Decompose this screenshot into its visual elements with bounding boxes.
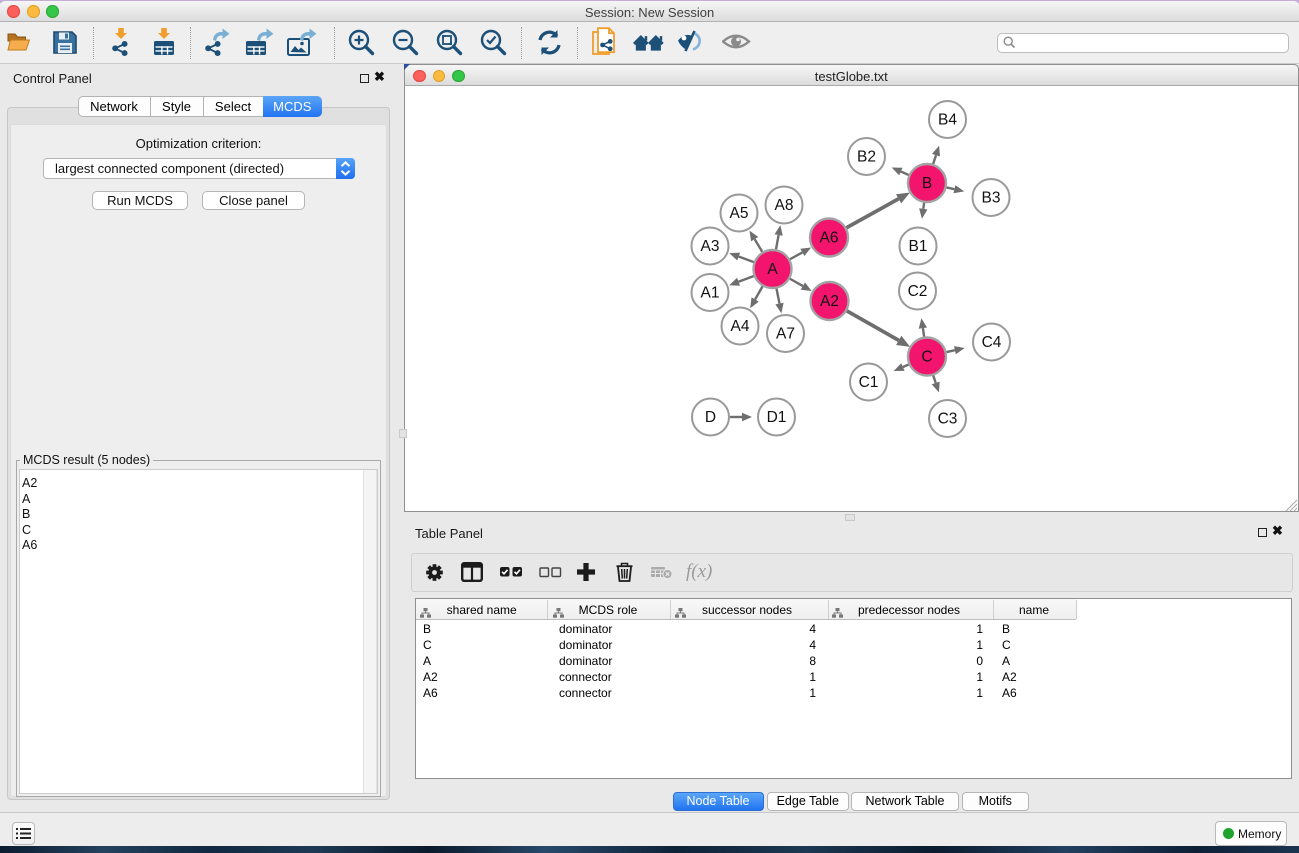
svg-text:C: C [921,349,932,366]
svg-text:B1: B1 [909,238,928,255]
svg-text:A3: A3 [701,238,720,255]
svg-text:A2: A2 [820,293,839,310]
svg-text:A6: A6 [820,230,839,247]
svg-text:A5: A5 [730,205,749,222]
svg-text:A: A [767,261,778,278]
svg-text:C3: C3 [938,411,958,428]
svg-text:B2: B2 [857,149,876,166]
svg-text:B3: B3 [982,190,1001,207]
svg-text:C4: C4 [982,334,1002,351]
svg-text:D: D [705,409,716,426]
svg-text:C2: C2 [908,283,928,300]
svg-text:A7: A7 [776,326,795,343]
svg-text:C1: C1 [859,374,879,391]
svg-text:B4: B4 [938,112,957,129]
svg-text:A1: A1 [701,285,720,302]
svg-text:A8: A8 [775,197,794,214]
svg-text:B: B [922,175,932,192]
svg-text:A4: A4 [731,318,750,335]
svg-text:D1: D1 [767,409,787,426]
